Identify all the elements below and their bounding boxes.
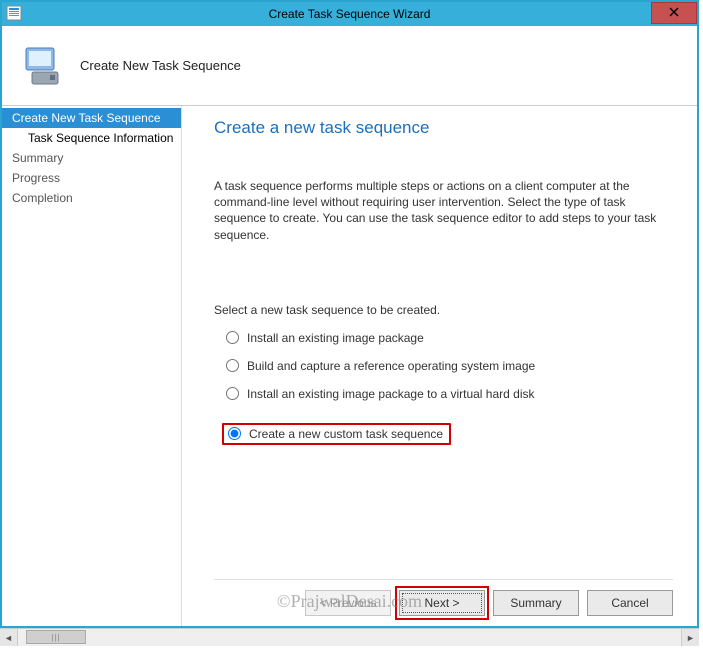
select-label: Select a new task sequence to be created… (214, 303, 673, 317)
button-bar: < Previous Next > Summary Cancel (214, 579, 673, 626)
summary-button[interactable]: Summary (493, 590, 579, 616)
computer-icon (20, 42, 68, 90)
sidebar-step-progress[interactable]: Progress (2, 168, 181, 188)
sidebar: Create New Task Sequence Task Sequence I… (2, 106, 182, 626)
radio-install-vhd[interactable] (226, 387, 239, 400)
title-bar: Create Task Sequence Wizard (2, 2, 697, 26)
grip-icon: ||| (51, 633, 60, 642)
sidebar-step-task-info[interactable]: Task Sequence Information (2, 128, 181, 148)
radio-build-capture[interactable] (226, 359, 239, 372)
wizard-header: Create New Task Sequence (2, 26, 697, 106)
chevron-left-icon: ◄ (4, 633, 13, 643)
options-group: Install an existing image package Build … (214, 331, 673, 459)
app-icon (6, 5, 22, 21)
sidebar-step-create-new[interactable]: Create New Task Sequence (2, 108, 181, 128)
scroll-left-button[interactable]: ◄ (0, 629, 18, 646)
option-custom[interactable]: Create a new custom task sequence (222, 423, 451, 445)
chevron-right-icon: ► (686, 633, 695, 643)
sidebar-step-completion[interactable]: Completion (2, 188, 181, 208)
option-label: Install an existing image package to a v… (247, 387, 535, 401)
option-install-existing[interactable]: Install an existing image package (226, 331, 673, 345)
close-button[interactable] (651, 2, 697, 24)
page-title: Create a new task sequence (214, 118, 673, 138)
main-panel: Create a new task sequence A task sequen… (182, 106, 697, 626)
next-button[interactable]: Next > (399, 590, 485, 616)
previous-button: < Previous (305, 590, 391, 616)
option-label: Build and capture a reference operating … (247, 359, 535, 373)
wizard-body: Create New Task Sequence Task Sequence I… (2, 106, 697, 626)
scroll-right-button[interactable]: ► (681, 629, 699, 646)
option-label: Create a new custom task sequence (249, 427, 443, 441)
sidebar-step-summary[interactable]: Summary (2, 148, 181, 168)
window-title: Create Task Sequence Wizard (269, 7, 431, 21)
radio-custom[interactable] (228, 427, 241, 440)
option-install-vhd[interactable]: Install an existing image package to a v… (226, 387, 673, 401)
horizontal-scrollbar[interactable]: ◄ ||| ► (0, 628, 699, 646)
cancel-button[interactable]: Cancel (587, 590, 673, 616)
radio-install-existing[interactable] (226, 331, 239, 344)
option-build-capture[interactable]: Build and capture a reference operating … (226, 359, 673, 373)
close-icon (669, 6, 679, 20)
scroll-thumb[interactable]: ||| (26, 630, 86, 644)
wizard-window: Create Task Sequence Wizard Create New T… (0, 0, 699, 628)
scroll-track[interactable]: ||| (18, 629, 681, 646)
header-title: Create New Task Sequence (80, 58, 241, 73)
option-label: Install an existing image package (247, 331, 424, 345)
page-description: A task sequence performs multiple steps … (214, 178, 673, 243)
